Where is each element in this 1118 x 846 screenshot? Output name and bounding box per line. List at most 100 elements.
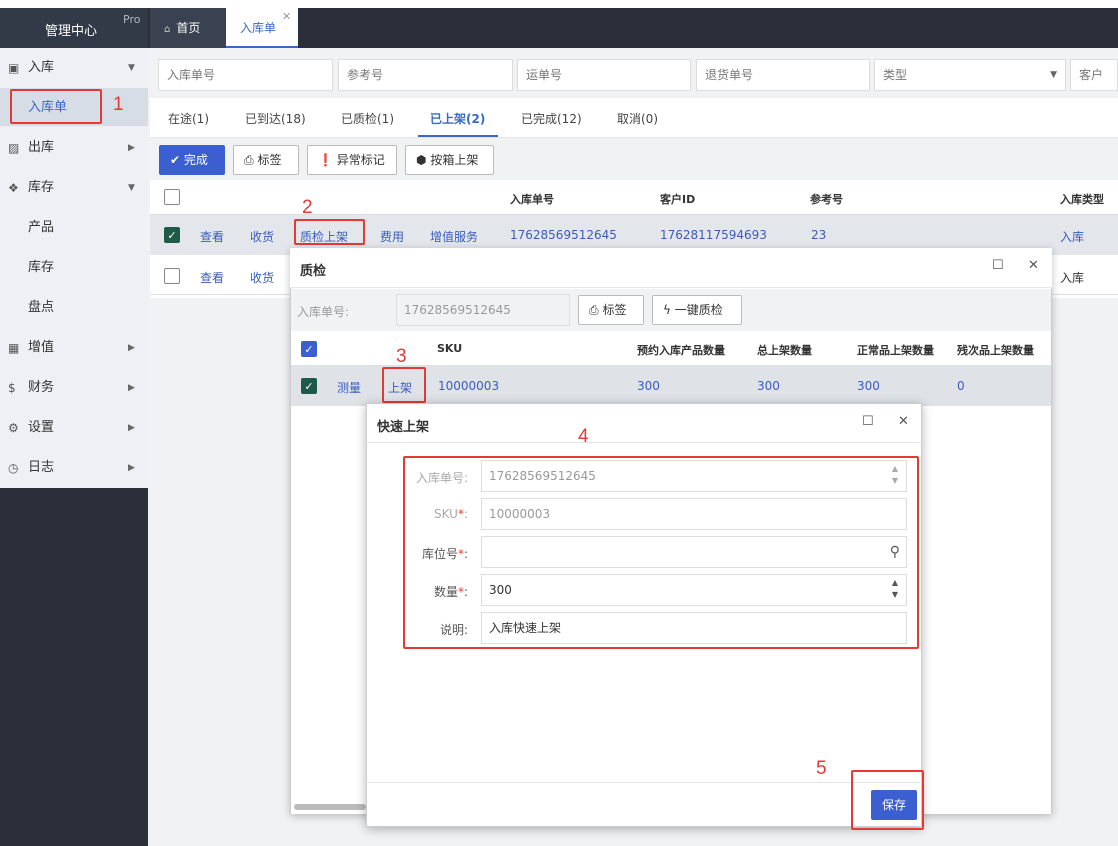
- done-button[interactable]: ✔ 完成: [159, 145, 225, 175]
- close-icon[interactable]: ✕: [282, 10, 291, 23]
- annotation-2: 2: [302, 197, 313, 218]
- filter-customer[interactable]: 客户: [1070, 59, 1118, 91]
- brand[interactable]: 管理中心 Pro: [0, 8, 148, 48]
- maximize-icon[interactable]: ☐: [862, 414, 874, 429]
- select-all-checkbox[interactable]: [164, 189, 180, 205]
- caret-down-icon: ▼: [128, 183, 135, 193]
- col-inbound-no: 入库单号: [510, 193, 554, 206]
- horizontal-scrollbar[interactable]: [294, 804, 366, 810]
- annotation-box-5: [851, 770, 924, 830]
- caret-right-icon: ▶: [128, 343, 135, 353]
- qc-select-all-checkbox[interactable]: ✓: [301, 341, 317, 357]
- grid-icon: ▦: [8, 341, 20, 355]
- cell-type: 入库: [1060, 271, 1085, 285]
- label-button[interactable]: ⎙ 标签: [233, 145, 299, 175]
- close-icon[interactable]: ✕: [1028, 258, 1039, 273]
- clock-icon: ◷: [8, 461, 19, 475]
- filter-waybill[interactable]: 运单号: [517, 59, 691, 91]
- view-link[interactable]: 查看: [200, 228, 224, 245]
- receive-link[interactable]: 收货: [250, 228, 274, 245]
- receive-link[interactable]: 收货: [250, 269, 274, 286]
- dialog-footer-divider: [366, 782, 922, 783]
- qc-col-total: 总上架数量: [757, 344, 812, 357]
- sidebar-item-finance[interactable]: $ 财务 ▶: [0, 368, 148, 408]
- exclamation-icon: ❗: [318, 153, 333, 167]
- maximize-icon[interactable]: ☐: [992, 258, 1004, 273]
- caret-down-icon: ▼: [1050, 70, 1057, 80]
- row-checkbox[interactable]: [164, 268, 180, 284]
- qc-inbound-label: 入库单号:: [297, 305, 350, 319]
- qc-dialog-header: [290, 248, 1052, 288]
- one-key-qc-button[interactable]: ϟ 一键质检: [652, 295, 742, 325]
- row-checkbox[interactable]: ✓: [164, 227, 180, 243]
- cell-inbound-no: 17628569512645: [510, 228, 617, 242]
- grid-header: [150, 180, 1118, 215]
- sidebar-item-label: 库存: [28, 260, 55, 275]
- annotation-4: 4: [578, 426, 589, 447]
- exception-button[interactable]: ❗ 异常标记: [307, 145, 397, 175]
- active-tab-indicator: [418, 135, 498, 137]
- fee-link[interactable]: 费用: [380, 228, 404, 245]
- caret-right-icon: ▶: [128, 463, 135, 473]
- annotation-box-3: [382, 367, 426, 403]
- cube-icon: ⬢: [416, 153, 427, 167]
- filter-return-no[interactable]: 退货单号: [696, 59, 870, 91]
- sidebar-item-inventory[interactable]: 库存: [0, 248, 148, 288]
- vas-link[interactable]: 增值服务: [430, 228, 478, 245]
- dollar-icon: $: [8, 381, 16, 395]
- tab-in-transit[interactable]: 在途(1): [168, 110, 209, 127]
- sidebar-item-product[interactable]: 产品: [0, 208, 148, 248]
- qc-col-sku: SKU: [437, 342, 463, 355]
- sidebar-item-vas[interactable]: ▦ 增值 ▶: [0, 328, 148, 368]
- qc-label-button-label: 标签: [602, 303, 627, 317]
- cell-ref-no: 23: [811, 228, 827, 242]
- caret-right-icon: ▶: [128, 383, 135, 393]
- annotation-box-2: [294, 219, 365, 245]
- measure-link[interactable]: 测量: [337, 379, 361, 396]
- sidebar-item-label: 盘点: [28, 300, 55, 315]
- tab-home[interactable]: ⌂ 首页: [150, 8, 226, 48]
- sidebar-item-inbound[interactable]: ▣ 入库 ▼: [0, 48, 148, 88]
- truck-icon: ▨: [8, 141, 20, 155]
- sidebar-item-label: 日志: [28, 460, 55, 475]
- exception-button-label: 异常标记: [336, 153, 385, 167]
- qc-cell-total: 300: [757, 379, 780, 393]
- tab-inbound-label: 入库单: [240, 21, 277, 35]
- tab-completed[interactable]: 已完成(12): [521, 110, 582, 127]
- col-customer-id: 客户ID: [660, 193, 696, 206]
- qc-row-checkbox[interactable]: ✓: [301, 378, 317, 394]
- tab-shelved[interactable]: 已上架(2): [430, 110, 485, 127]
- tab-cancelled[interactable]: 取消(0): [617, 110, 658, 127]
- cell-type: 入库: [1060, 230, 1085, 244]
- print-icon: ⎙: [244, 153, 254, 167]
- sidebar-item-label: 设置: [28, 420, 55, 435]
- box-shelve-button[interactable]: ⬢ 按箱上架: [405, 145, 494, 175]
- cubes-icon: ❖: [8, 181, 19, 195]
- filter-inbound-no[interactable]: 入库单号: [158, 59, 333, 91]
- sidebar-item-stock[interactable]: ❖ 库存 ▼: [0, 168, 148, 208]
- sidebar-item-settings[interactable]: ⚙ 设置 ▶: [0, 408, 148, 448]
- print-icon: ⎙: [589, 303, 599, 317]
- caret-right-icon: ▶: [128, 143, 135, 153]
- cell-customer-id: 17628117594693: [660, 228, 767, 242]
- sidebar-item-outbound[interactable]: ▨ 出库 ▶: [0, 128, 148, 168]
- one-key-qc-button-label: 一键质检: [674, 303, 723, 317]
- qc-cell-expected: 300: [637, 379, 660, 393]
- annotation-1: 1: [113, 94, 124, 115]
- tab-arrived[interactable]: 已到达(18): [245, 110, 306, 127]
- sidebar-item-log[interactable]: ◷ 日志 ▶: [0, 448, 148, 488]
- sidebar-item-stocktake[interactable]: 盘点: [0, 288, 148, 328]
- filter-ref-no[interactable]: 参考号: [338, 59, 513, 91]
- bolt-icon: ϟ: [663, 303, 671, 317]
- filter-type-label: 类型: [883, 68, 908, 82]
- qc-inbound-field: 17628569512645: [396, 294, 570, 326]
- filter-type-select[interactable]: 类型 ▼: [874, 59, 1066, 91]
- qc-label-button[interactable]: ⎙ 标签: [578, 295, 644, 325]
- close-icon[interactable]: ✕: [898, 414, 909, 429]
- view-link[interactable]: 查看: [200, 269, 224, 286]
- tab-qc-done[interactable]: 已质检(1): [341, 110, 394, 127]
- annotation-5: 5: [816, 758, 827, 779]
- check-icon: ✔: [170, 153, 181, 167]
- col-ref-no: 参考号: [810, 193, 843, 206]
- caret-right-icon: ▶: [128, 423, 135, 433]
